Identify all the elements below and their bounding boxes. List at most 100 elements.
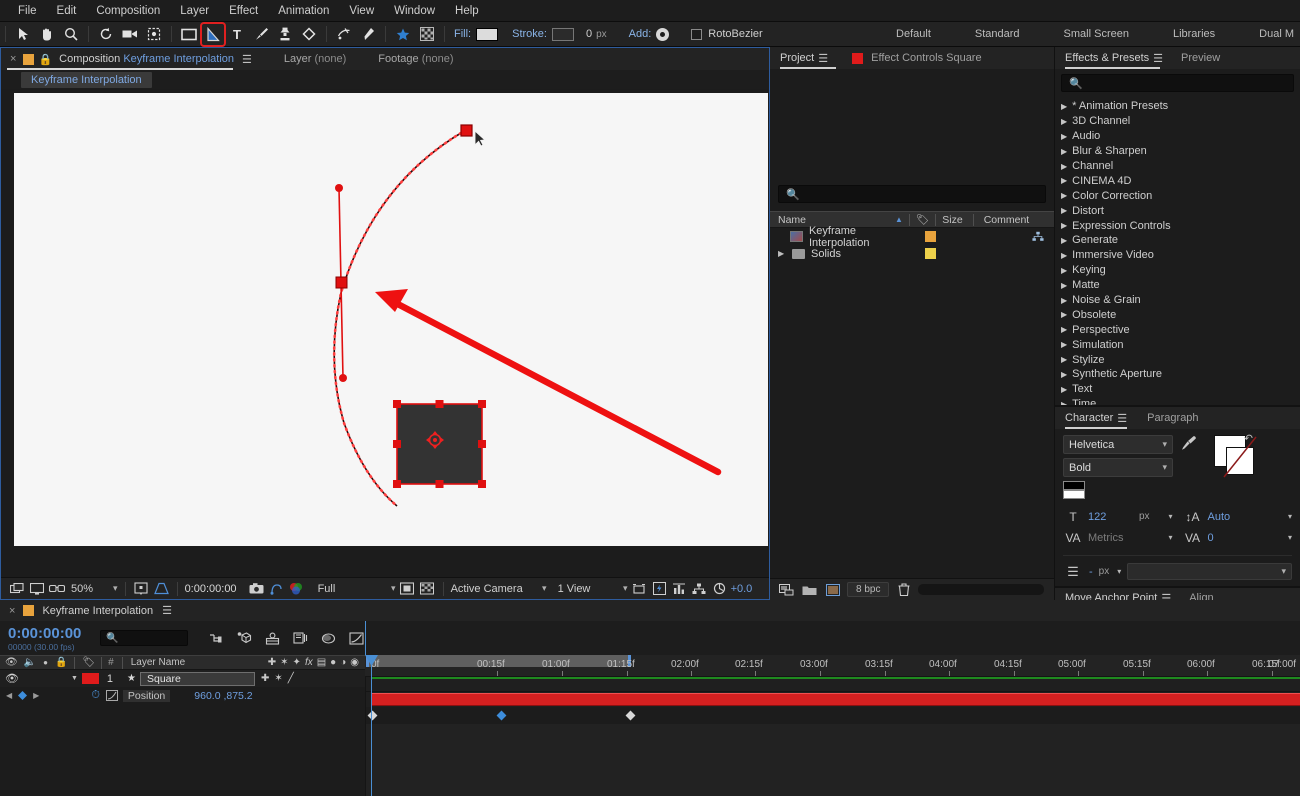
next-keyframe-icon[interactable]: ▶: [33, 691, 39, 700]
new-composition-icon[interactable]: [778, 582, 795, 598]
lock-icon[interactable]: 🔒: [38, 53, 52, 66]
workspace-libraries[interactable]: Libraries: [1151, 28, 1237, 40]
timeline-keyframe-row[interactable]: [365, 707, 1300, 724]
adjustment-switch-icon[interactable]: ◑: [340, 657, 346, 668]
chevron-down-icon[interactable]: ▾: [1168, 533, 1172, 542]
tab-character[interactable]: Character: [1065, 412, 1113, 424]
effects-category-perspective[interactable]: ▶ Perspective: [1055, 322, 1300, 337]
main-viewer-icon[interactable]: [28, 581, 45, 597]
quality-switch-icon[interactable]: ✶: [280, 657, 288, 668]
pan-behind-tool-icon[interactable]: [143, 24, 165, 45]
timeline-layer-bar-row[interactable]: [365, 692, 1300, 707]
panel-menu-icon[interactable]: ☰: [1117, 412, 1127, 425]
fill-swatch[interactable]: [476, 27, 499, 41]
layer-parent-icon[interactable]: ✚: [261, 673, 269, 684]
region-of-interest-btn-icon[interactable]: [399, 581, 416, 597]
layer-expand-triangle-icon[interactable]: ▼: [71, 675, 78, 682]
fast-previews-icon[interactable]: [651, 581, 668, 597]
new-folder-icon[interactable]: [801, 582, 818, 598]
effects-category-text[interactable]: ▶ Text: [1055, 382, 1300, 397]
stroke-width-value[interactable]: 0: [586, 28, 592, 40]
label-color-swatch[interactable]: [925, 231, 936, 242]
font-size-field[interactable]: T 122 px ▾: [1063, 507, 1172, 526]
leading-value[interactable]: Auto: [1208, 511, 1254, 523]
effects-category-noise-grain[interactable]: ▶ Noise & Grain: [1055, 293, 1300, 308]
hand-tool-icon[interactable]: [36, 24, 58, 45]
effects-category-stylize[interactable]: ▶ Stylize: [1055, 352, 1300, 367]
effects-category-blur-sharpen[interactable]: ▶ Blur & Sharpen: [1055, 144, 1300, 159]
layer-effects-icon[interactable]: ╱: [288, 673, 294, 684]
panel-menu-icon[interactable]: ☰: [818, 52, 828, 65]
panel-menu-icon[interactable]: ☰: [242, 53, 252, 66]
solo-switch-icon[interactable]: ●: [36, 658, 48, 667]
three-d-switch-icon[interactable]: ◉: [350, 657, 359, 668]
effects-category-animation-presets[interactable]: ▶ * Animation Presets: [1055, 99, 1300, 114]
effects-category-generate[interactable]: ▶ Generate: [1055, 233, 1300, 248]
favorite-star-icon[interactable]: [392, 24, 414, 45]
effects-category-immersive-video[interactable]: ▶ Immersive Video: [1055, 248, 1300, 263]
menu-item-help[interactable]: Help: [445, 2, 489, 20]
project-search-field[interactable]: [803, 188, 1045, 200]
camera-select[interactable]: Active Camera ▾: [451, 583, 547, 595]
column-comment[interactable]: Comment: [984, 214, 1030, 226]
tab-preview[interactable]: Preview: [1181, 52, 1220, 64]
menu-item-effect[interactable]: Effect: [219, 2, 268, 20]
black-white-swatches[interactable]: [1063, 481, 1173, 499]
chevron-down-icon[interactable]: ▾: [1288, 533, 1292, 542]
effects-category-keying[interactable]: ▶ Keying: [1055, 263, 1300, 278]
effects-category-channel[interactable]: ▶ Channel: [1055, 159, 1300, 174]
lock-switch-icon[interactable]: 🔒: [48, 657, 67, 668]
keyframe-marker[interactable]: [625, 710, 636, 721]
frame-blend-switch-icon[interactable]: ▤: [317, 657, 326, 668]
add-button-icon[interactable]: [656, 27, 670, 41]
current-time-display[interactable]: 0:00:00:00 00000 (30.00 fps): [0, 625, 100, 652]
effects-category-matte[interactable]: ▶ Matte: [1055, 278, 1300, 293]
channels-icon[interactable]: [288, 581, 305, 597]
rotation-tool-icon[interactable]: [95, 24, 117, 45]
fill-stroke-color-swatches[interactable]: ↶: [1204, 433, 1257, 478]
clone-stamp-tool-icon[interactable]: [274, 24, 296, 45]
property-value[interactable]: 960.0 ,875.2: [194, 690, 252, 702]
effects-category-audio[interactable]: ▶ Audio: [1055, 129, 1300, 144]
shape-tool-icon[interactable]: [178, 24, 200, 45]
timeline-layer-row[interactable]: 👁 ▼ 1 ★ Square ✚ ✶ ╱: [0, 670, 365, 687]
menu-item-window[interactable]: Window: [384, 2, 445, 20]
graph-editor-property-icon[interactable]: [105, 690, 118, 701]
region-of-interest-icon[interactable]: [133, 581, 150, 597]
exposure-reset-icon[interactable]: [711, 581, 728, 597]
audio-switch-icon[interactable]: 🔈: [18, 657, 36, 668]
keyframe-navigator-diamond-icon[interactable]: [18, 691, 28, 700]
effects-switch-icon[interactable]: ✦: [293, 657, 301, 668]
parent-switch-icon[interactable]: ✚: [268, 657, 276, 668]
column-name[interactable]: Name: [770, 214, 895, 226]
show-snapshot-icon[interactable]: [268, 581, 285, 597]
timeline-search-field[interactable]: [118, 632, 187, 644]
comp-timecode[interactable]: 0:00:00:00: [185, 583, 237, 595]
transparency-grid-icon[interactable]: [416, 24, 438, 45]
effects-category-cinema-4d[interactable]: ▶ CINEMA 4D: [1055, 173, 1300, 188]
white-swatch[interactable]: [1063, 490, 1085, 499]
stopwatch-icon[interactable]: ⏱: [91, 689, 100, 702]
layer-name-column-header[interactable]: Layer Name: [131, 657, 185, 668]
black-swatch[interactable]: [1063, 481, 1085, 490]
menu-item-composition[interactable]: Composition: [86, 2, 170, 20]
label-color-icon[interactable]: 🏷: [82, 657, 95, 668]
kerning-value[interactable]: Metrics: [1088, 532, 1134, 544]
motion-blur-icon[interactable]: [318, 628, 339, 648]
menu-item-animation[interactable]: Animation: [268, 2, 339, 20]
tab-paragraph[interactable]: Paragraph: [1147, 412, 1198, 424]
rotobezier-checkbox[interactable]: [691, 28, 703, 40]
font-family-select[interactable]: Helvetica ▾: [1063, 435, 1173, 454]
timeline-search-input[interactable]: 🔍: [100, 630, 188, 646]
workspace-small-screen[interactable]: Small Screen: [1042, 28, 1151, 40]
effects-category-obsolete[interactable]: ▶ Obsolete: [1055, 307, 1300, 322]
pen-tool-icon[interactable]: [202, 24, 224, 45]
panel-menu-icon[interactable]: ☰: [1153, 52, 1163, 65]
chevron-down-icon[interactable]: ▾: [1288, 512, 1292, 521]
menu-item-layer[interactable]: Layer: [170, 2, 219, 20]
label-color-swatch[interactable]: [925, 248, 936, 259]
menu-item-view[interactable]: View: [339, 2, 384, 20]
effects-category-color-correction[interactable]: ▶ Color Correction: [1055, 188, 1300, 203]
project-settings-icon[interactable]: [824, 582, 841, 598]
property-name[interactable]: Position: [122, 689, 171, 702]
